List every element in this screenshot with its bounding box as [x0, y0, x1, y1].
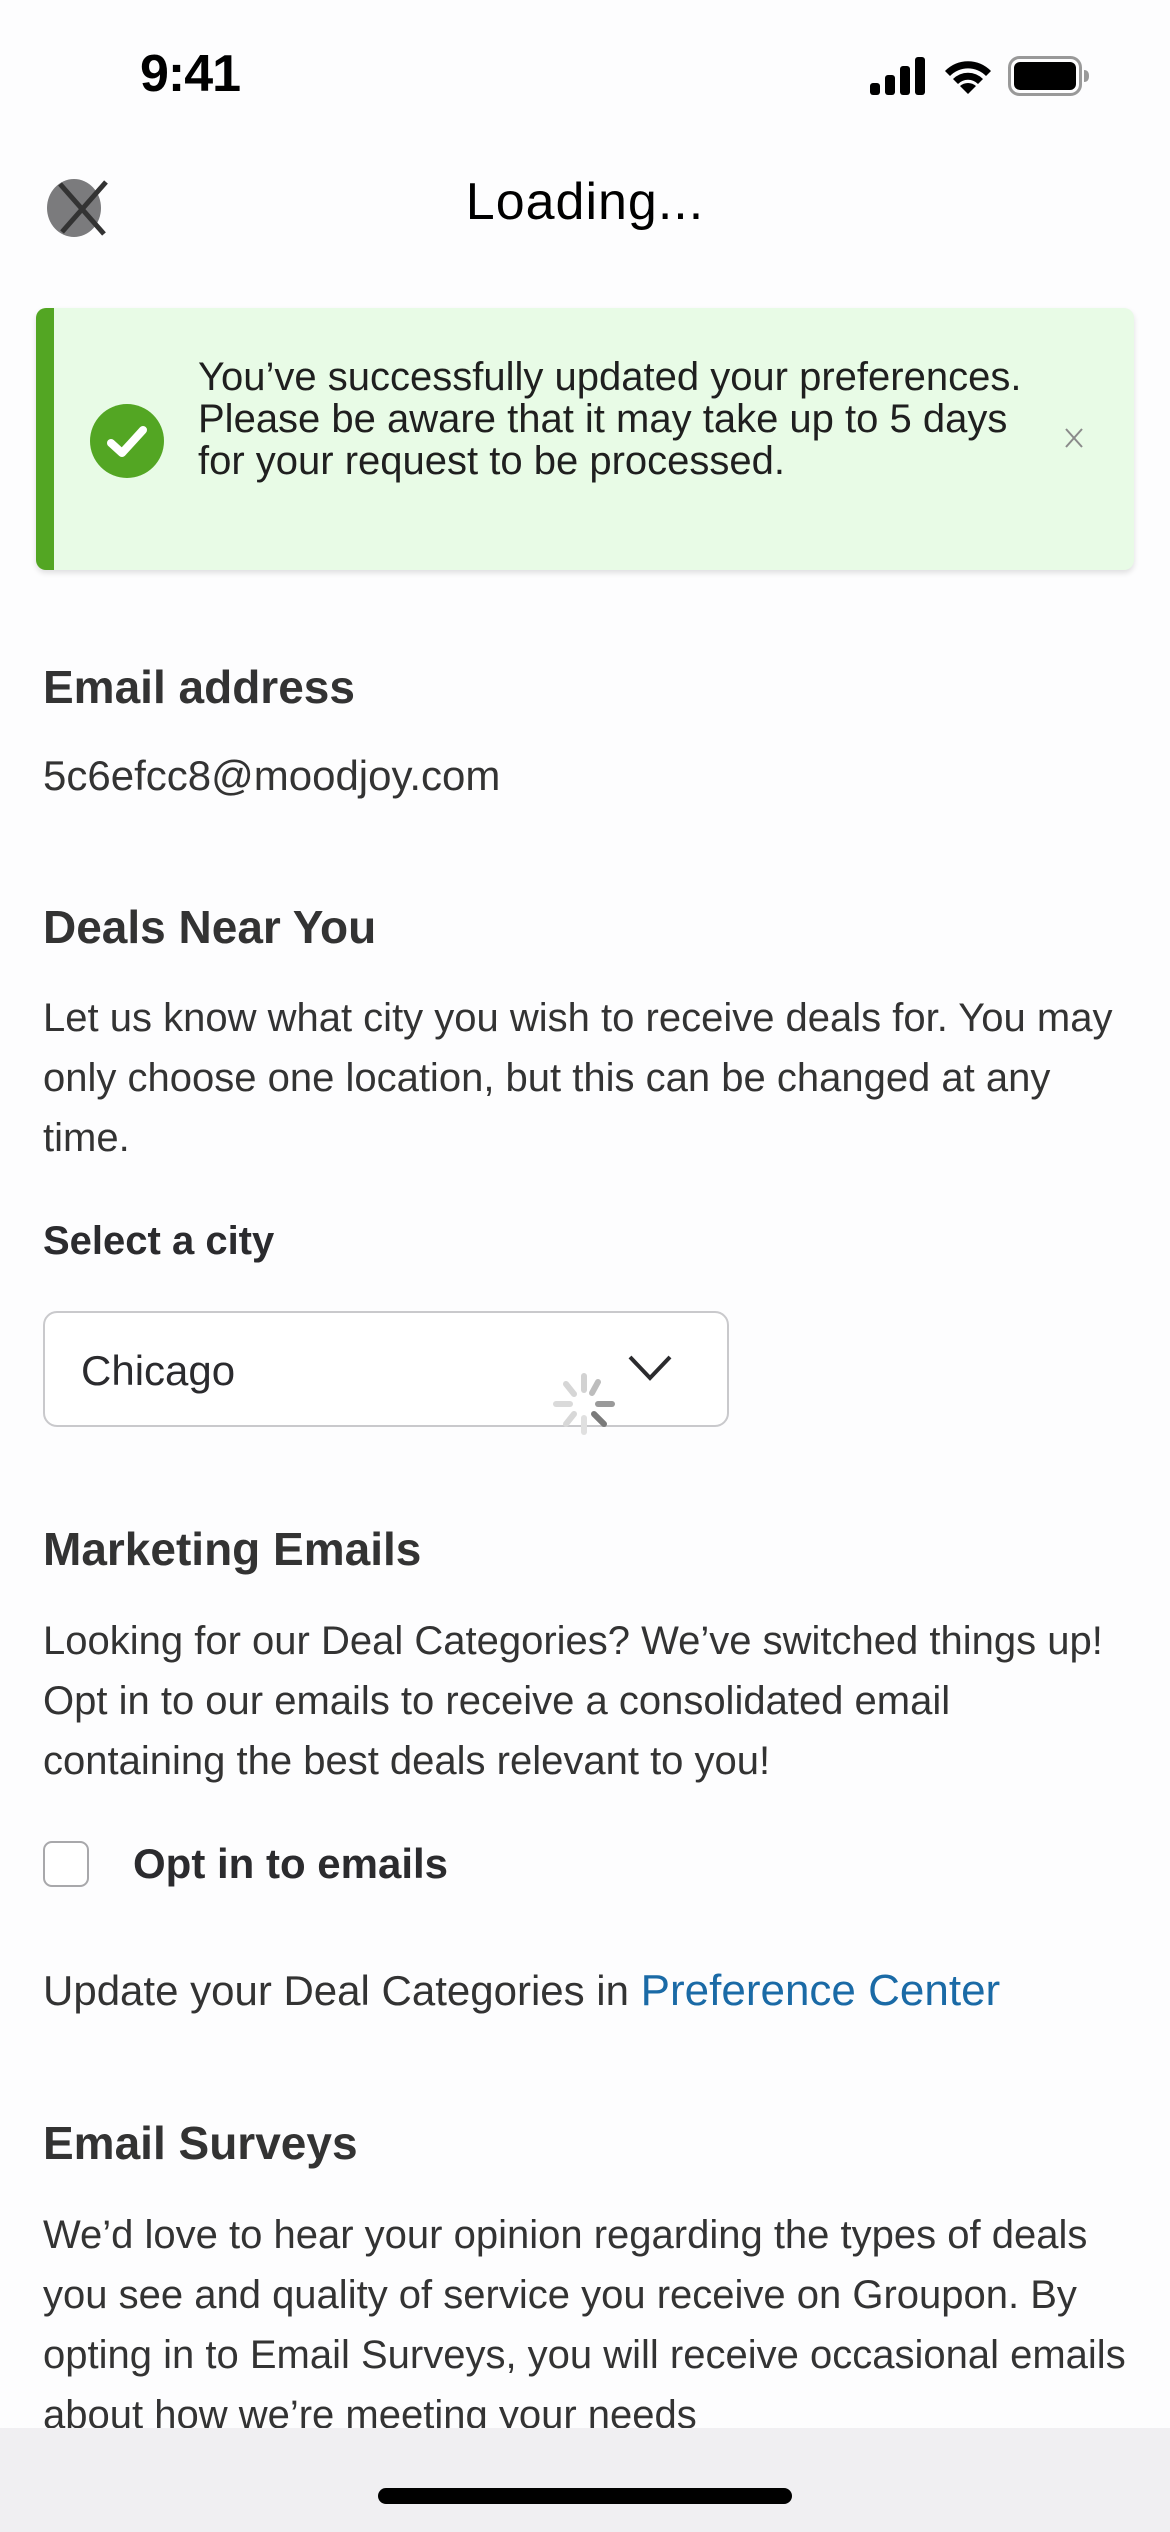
status-icons [870, 56, 1090, 96]
deals-heading: Deals Near You [43, 901, 377, 953]
check-circle-icon [90, 404, 164, 478]
preference-center-line: Update your Deal Categories in Preferenc… [43, 1966, 1000, 2016]
marketing-description: Looking for our Deal Categories? We’ve s… [43, 1619, 1103, 1783]
city-select[interactable]: Chicago [43, 1311, 729, 1427]
battery-icon [1008, 56, 1089, 96]
chevron-down-icon [628, 1355, 672, 1381]
deals-description: Let us know what city you wish to receiv… [43, 996, 1113, 1160]
select-city-label: Select a city [43, 1219, 275, 1263]
close-icon [1065, 428, 1083, 448]
surveys-heading: Email Surveys [43, 2117, 358, 2169]
wifi-icon [945, 61, 991, 94]
surveys-description: We’d love to hear your opinion regarding… [43, 2213, 1126, 2437]
banner-close-button[interactable] [1056, 420, 1092, 456]
home-indicator[interactable] [378, 2488, 792, 2504]
marketing-heading: Marketing Emails [43, 1523, 422, 1575]
bottom-bar [0, 2428, 1170, 2532]
status-time: 9:41 [140, 45, 241, 103]
preference-center-prefix: Update your Deal Categories in [43, 1967, 641, 2014]
city-select-value: Chicago [81, 1347, 236, 1394]
cellular-signal-icon [870, 57, 925, 95]
loading-spinner-icon [553, 1373, 615, 1435]
page-title: Loading... [465, 173, 705, 231]
opt-in-checkbox[interactable] [43, 1841, 89, 1887]
banner-accent-bar [36, 308, 54, 570]
opt-in-label[interactable]: Opt in to emails [133, 1840, 448, 1888]
success-banner: You’ve successfully updated your prefere… [36, 308, 1134, 570]
banner-message: You’ve successfully updated your prefere… [198, 355, 1022, 483]
email-heading: Email address [43, 661, 355, 713]
email-value: 5c6efcc8@moodjoy.com [43, 752, 501, 799]
preference-center-link[interactable]: Preference Center [641, 1966, 1001, 2015]
